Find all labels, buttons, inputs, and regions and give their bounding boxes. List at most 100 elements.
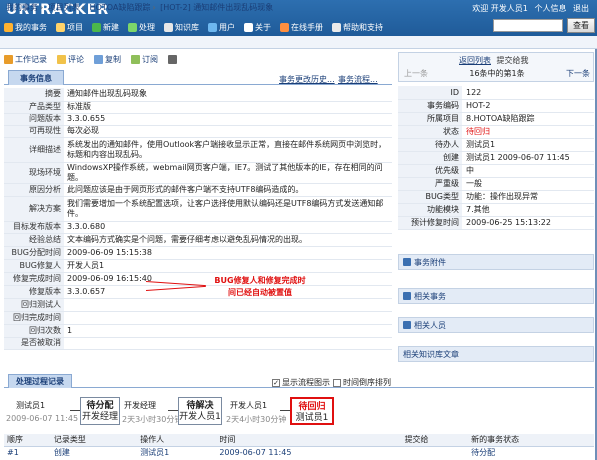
info-label: BUG分配时间 <box>4 246 64 260</box>
toolbar-item-2[interactable]: 复制 <box>94 54 121 65</box>
info-row: 可再现性 每次必现 <box>4 125 392 138</box>
next-record[interactable]: 下一条 <box>566 68 590 79</box>
info-value: 3.3.0.680 <box>64 221 392 234</box>
nav-item-4[interactable]: 知识库 <box>164 22 199 33</box>
nav-item-2[interactable]: 新建 <box>92 22 119 33</box>
flow-node-unassigned: 待分配 开发经理 <box>80 397 120 425</box>
check-icon <box>128 22 137 32</box>
annotation-note: BUG修复人和修复完成时 间已经自动被置值 <box>208 275 312 299</box>
subscribe-icon <box>131 54 140 64</box>
people-icon <box>403 321 411 329</box>
change-history-link[interactable]: 事务更改历史... <box>279 74 335 85</box>
time-desc-option[interactable]: 时间倒序排列 <box>333 377 391 388</box>
info-row: 回归完成时间 <box>4 311 392 325</box>
property-label: 所属项目 <box>398 112 462 126</box>
nav-item-1[interactable]: 项目 <box>56 22 83 33</box>
breadcrumb-my-affairs[interactable]: 我的事务 <box>6 3 38 12</box>
info-value: 通知邮件出现乱码现象 <box>64 88 392 102</box>
info-row: 产品类型 标准版 <box>4 101 392 114</box>
toolbar-item-label: 复制 <box>105 54 121 64</box>
info-label: 原因分析 <box>4 183 64 197</box>
tab-process-records[interactable]: 处理过程记录 <box>8 374 72 388</box>
property-label: 待办人 <box>398 138 462 152</box>
search-button[interactable]: 查看 <box>567 18 595 33</box>
property-value: 待回归 <box>462 125 594 139</box>
property-row: BUG类型 功能：操作出现异常 <box>398 190 594 204</box>
toolbar-item-0[interactable]: 工作记录 <box>4 54 47 65</box>
info-row: 原因分析 此问题应该是由于网页形式的邮件客户端不支持UTF8编码造成的。 <box>4 183 392 197</box>
submitted-to-me: 提交给我 <box>496 56 529 65</box>
project-icon <box>56 22 65 32</box>
nav-item-3[interactable]: 处理 <box>128 22 155 33</box>
search-input[interactable] <box>493 19 563 32</box>
info-label: BUG修复人 <box>4 259 64 273</box>
property-row: ID 122 <box>398 86 594 100</box>
help-icon <box>332 22 341 32</box>
toolbar-item-label: 评论 <box>68 54 84 64</box>
flow-node-regression-status: 待回归 <box>298 402 326 412</box>
info-row: 回归测试人 <box>4 298 392 312</box>
toolbar-item-1[interactable]: 评论 <box>57 54 84 65</box>
history-cell: 2009-06-07 11:45 <box>219 447 292 457</box>
flow-arrow-3 <box>280 410 290 411</box>
nav-item-label: 知识库 <box>175 22 199 32</box>
panel-related-people[interactable]: 相关人员 <box>398 317 594 333</box>
info-label: 修复完成时间 <box>4 272 64 286</box>
property-value: 一般 <box>462 177 594 191</box>
back-to-list-link[interactable]: 返回列表 <box>459 56 491 65</box>
history-row[interactable]: #1 创建 测试员1 2009-06-07 11:45 待分配 <box>4 446 594 458</box>
nav-item-8[interactable]: 帮助和支持 <box>332 22 383 33</box>
info-value: 1 <box>64 324 392 338</box>
toolbar-item-3[interactable]: 订阅 <box>131 54 158 65</box>
info-value <box>64 298 392 312</box>
panel-related-issues[interactable]: 相关事务 <box>398 288 594 304</box>
flow-node-pending-owner: 开发人员1 <box>179 412 221 422</box>
related-icon <box>403 292 411 300</box>
nav-item-0[interactable]: 我的事务 <box>4 22 47 33</box>
info-label: 回归测试人 <box>4 298 64 312</box>
info-label: 目标发布版本 <box>4 221 64 234</box>
history-header: 操作人 <box>137 434 217 447</box>
tab-issue-info[interactable]: 事务信息 <box>8 70 64 85</box>
history-cell: 测试员1 <box>140 447 170 457</box>
info-label: 回归次数 <box>4 324 64 338</box>
flow-actor-1: 测试员1 <box>16 401 46 410</box>
property-label: 预计修复时间 <box>398 216 462 230</box>
nav-item-6[interactable]: 关于 <box>244 22 271 33</box>
property-row: 功能模块 7.其他 <box>398 203 594 217</box>
flow-time-2: 2天3小时30分钟 <box>122 415 183 424</box>
issue-info-table: 摘要 通知邮件出现乱码现象 产品类型 标准版 问题版本 3.3.0.655 可再现性 每次必现… <box>4 88 392 350</box>
property-row: 所属项目 8.HOTOA缺陷跟踪 <box>398 112 594 126</box>
personal-info-link[interactable]: 个人信息 <box>534 4 566 13</box>
show-flow-checkbox[interactable]: ✓ <box>272 378 280 387</box>
process-link[interactable]: 事务流程... <box>338 74 378 85</box>
info-label: 详细描述 <box>4 137 64 163</box>
show-flow-option[interactable]: ✓ 显示流程图示 <box>272 377 330 388</box>
flow-node-regression-owner: 测试员1 <box>295 413 329 423</box>
info-value: 2009-06-09 15:15:38 <box>64 246 392 260</box>
time-desc-checkbox[interactable] <box>333 378 341 387</box>
logout-link[interactable]: 退出 <box>573 4 589 13</box>
info-label: 回归完成时间 <box>4 311 64 325</box>
toolbar-item-label: 订阅 <box>142 54 158 64</box>
property-row: 优先级中 <box>398 164 594 178</box>
property-value: 122 <box>462 86 594 100</box>
flow-node-unassigned-status: 待分配 <box>86 401 114 411</box>
copy-icon <box>94 54 103 64</box>
panel-knowledge-articles-label: 相关知识库文章 <box>403 349 459 359</box>
toolbar-item-4[interactable] <box>168 54 179 64</box>
panel-attachments[interactable]: 事务附件 <box>398 254 594 270</box>
panel-knowledge-articles[interactable]: 相关知识库文章 <box>398 346 594 362</box>
history-table: 顺序 记录类型 操作人 时间 提交给 新的事务状态 #1 创建 测试员1 2009-06-07 … <box>4 434 594 458</box>
info-label: 现场环境 <box>4 162 64 184</box>
breadcrumb-project[interactable]: HOTOA缺陷跟踪 <box>90 3 151 12</box>
nav-item-7[interactable]: 在线手册 <box>280 22 323 33</box>
breadcrumb-project-list[interactable]: 项目列表 <box>48 3 80 12</box>
nav-item-5[interactable]: 用户 <box>208 22 235 33</box>
info-row: 回归次数 1 <box>4 324 392 338</box>
property-value: HOT-2 <box>462 99 594 113</box>
prev-record[interactable]: 上一条 <box>404 68 428 79</box>
history-cell: 待分配 <box>471 447 496 457</box>
property-label: 事务编码 <box>398 99 462 113</box>
info-row: 解决方案 我们需要增加一个系统配置选项，让客户选择使用默认编码还是UTF8编码方式… <box>4 196 392 222</box>
